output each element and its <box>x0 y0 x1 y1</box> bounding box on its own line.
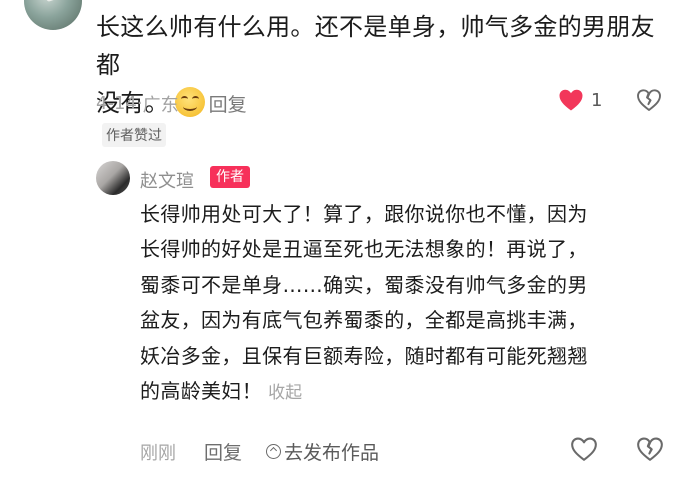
dislike-button[interactable] <box>636 88 662 116</box>
commenter-avatar[interactable] <box>24 0 82 30</box>
heart-outline-icon <box>571 437 597 461</box>
reply-reply-button[interactable]: 回复 <box>204 438 242 465</box>
publish-work-label: 去发布作品 <box>284 442 380 464</box>
heart-filled-icon <box>559 89 583 111</box>
reply-line: 的高龄美妇！ 收起 <box>140 374 676 411</box>
collapse-button[interactable]: 收起 <box>268 383 302 403</box>
author-avatar[interactable] <box>96 161 130 195</box>
comment-line: 长这么帅有什么用。还不是单身，帅气多金的男朋友都 <box>96 13 655 79</box>
broken-heart-icon <box>637 89 661 111</box>
author-badge: 作者 <box>210 166 250 188</box>
reply-dislike-button[interactable] <box>636 436 664 466</box>
arrow-up-circle-icon <box>266 444 282 459</box>
publish-work-button[interactable]: 去发布作品 <box>266 438 379 465</box>
reply-line: 长得帅的好处是丑逼至死也无法想象的！再说了， <box>140 237 588 262</box>
comment-meta: 4-14 · 广东 回复 <box>96 90 247 117</box>
reply-body: 长得帅用处可大了！算了，跟你说你也不懂，因为 长得帅的好处是丑逼至死也无法想象的… <box>140 197 676 411</box>
reply-line: 盆友，因为有底气包养蜀黍的，全都是高挑丰满， <box>140 308 588 333</box>
reply-line-text: 的高龄美妇！ <box>140 379 263 404</box>
like-button[interactable]: 1 <box>558 88 602 112</box>
reply-author-name[interactable]: 赵文瑄 <box>140 167 194 193</box>
reply-like-button[interactable] <box>570 436 598 466</box>
reply-time: 刚刚 <box>140 442 176 464</box>
avatar-figure <box>45 0 61 3</box>
author-liked-tag: 作者赞过 <box>102 123 166 147</box>
broken-heart-icon <box>637 437 663 461</box>
reply-line: 蜀黍可不是单身……确实，蜀黍没有帅气多金的男 <box>140 272 588 297</box>
reply-line: 妖冶多金，且保有巨额寿险，随时都有可能死翘翘 <box>140 343 588 368</box>
reply-meta: 刚刚 回复 去发布作品 <box>140 438 379 465</box>
comment-location: 广东 <box>142 94 179 116</box>
reply-button[interactable]: 回复 <box>209 90 247 117</box>
reply-line: 长得帅用处可大了！算了，跟你说你也不懂，因为 <box>140 202 588 226</box>
comment-date: 4-14 <box>96 93 137 114</box>
like-count: 1 <box>591 89 603 111</box>
